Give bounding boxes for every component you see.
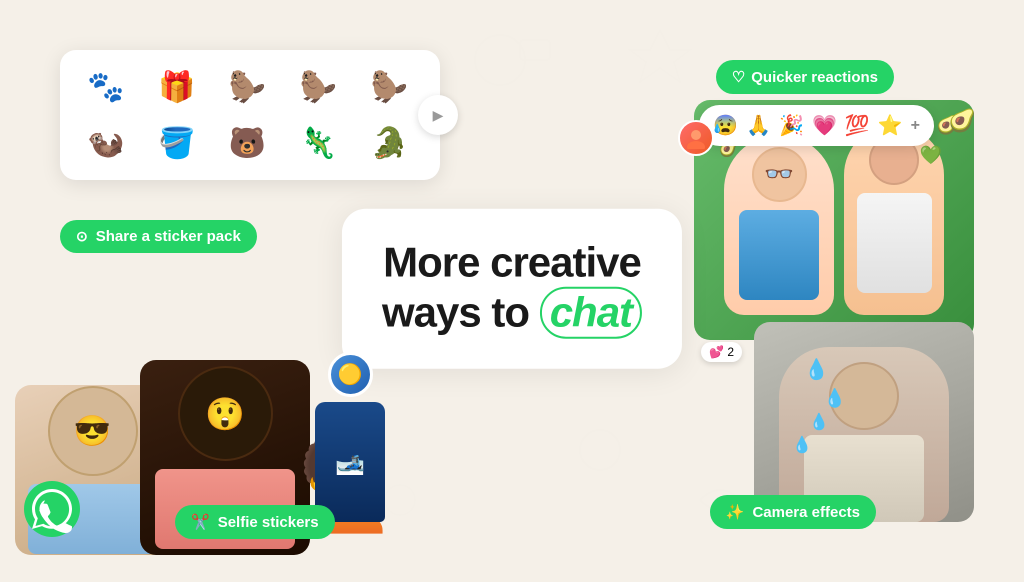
- selfie-icon: ✂️: [191, 513, 210, 531]
- ski-figure: 🟡 🎿: [290, 322, 410, 522]
- sticker-panel: 🐾 🎁 🦫 🦫 🦫 🦦 🪣 🐻 🦎 🐊 ▶: [60, 50, 440, 180]
- sticker-10: 🐊: [359, 118, 419, 168]
- main-heading: More creative ways to chat: [382, 238, 642, 339]
- tear-emoji-4: 💧: [792, 435, 812, 455]
- sticker-2: 🎁: [147, 62, 207, 112]
- camera-effects-label[interactable]: ✨ Camera effects: [710, 495, 876, 529]
- emoji-6[interactable]: ⭐: [878, 113, 903, 138]
- sticker-7: 🪣: [147, 118, 207, 168]
- avatar-bubble: [678, 120, 714, 156]
- sticker-1: 🐾: [76, 62, 136, 112]
- sticker-5: 🦫: [359, 62, 419, 112]
- floating-avocado-1: 🥑: [949, 108, 976, 134]
- reaction-count-number: 2: [727, 345, 734, 359]
- selfie-stickers-label[interactable]: ✂️ Selfie stickers: [175, 505, 335, 539]
- sticker-4: 🦫: [288, 62, 348, 112]
- reaction-count-icon: 💕: [709, 345, 724, 359]
- add-emoji-button[interactable]: +: [911, 117, 920, 135]
- quicker-reactions-label[interactable]: ♡ Quicker reactions: [716, 60, 894, 94]
- share-sticker-label[interactable]: ⊙ Share a sticker pack: [60, 220, 257, 253]
- tear-emoji-3: 💧: [809, 412, 829, 432]
- tear-emoji-2: 💧: [824, 388, 846, 409]
- wand-icon: ✨: [726, 503, 745, 521]
- sticker-8: 🐻: [218, 118, 278, 168]
- scene: 🐾 🎁 🦫 🦫 🦫 🦦 🪣 🐻 🦎 🐊 ▶ ⊙ Share a sticker …: [0, 0, 1024, 577]
- heart-icon: ♡: [732, 68, 745, 86]
- emoji-4[interactable]: 💗: [812, 113, 837, 138]
- tear-emoji-1: 💧: [804, 357, 829, 382]
- sticker-6: 🦦: [76, 118, 136, 168]
- emoji-1[interactable]: 😰: [713, 113, 738, 138]
- share-sticker-text: Share a sticker pack: [96, 228, 241, 245]
- sticker-3: 🦫: [218, 62, 278, 112]
- camera-effects-text: Camera effects: [752, 504, 860, 521]
- emoji-3[interactable]: 🎉: [779, 113, 804, 138]
- heading-line1: More creative: [382, 238, 642, 286]
- heading-line2: ways to chat: [382, 287, 642, 339]
- emoji-2[interactable]: 🙏: [746, 113, 771, 138]
- whatsapp-logo: [22, 479, 82, 539]
- emoji-reaction-bar[interactable]: 😰 🙏 🎉 💗 💯 ⭐ +: [699, 105, 934, 146]
- floating-avocado-2: 💚: [920, 145, 942, 166]
- selfie-stickers-text: Selfie stickers: [218, 514, 319, 531]
- share-icon: ⊙: [76, 228, 88, 245]
- send-button[interactable]: ▶: [418, 95, 458, 135]
- sticker-grid-row2: 🦦 🪣 🐻 🦎 🐊: [76, 118, 424, 168]
- quicker-reactions-text: Quicker reactions: [751, 69, 878, 86]
- reaction-count-badge: 💕 2: [701, 342, 742, 362]
- emoji-5[interactable]: 💯: [845, 113, 870, 138]
- man-photo: [754, 322, 974, 522]
- sticker-9: 🦎: [288, 118, 348, 168]
- sticker-grid-row1: 🐾 🎁 🦫 🦫 🦫: [76, 62, 424, 112]
- chat-highlight: chat: [540, 287, 642, 339]
